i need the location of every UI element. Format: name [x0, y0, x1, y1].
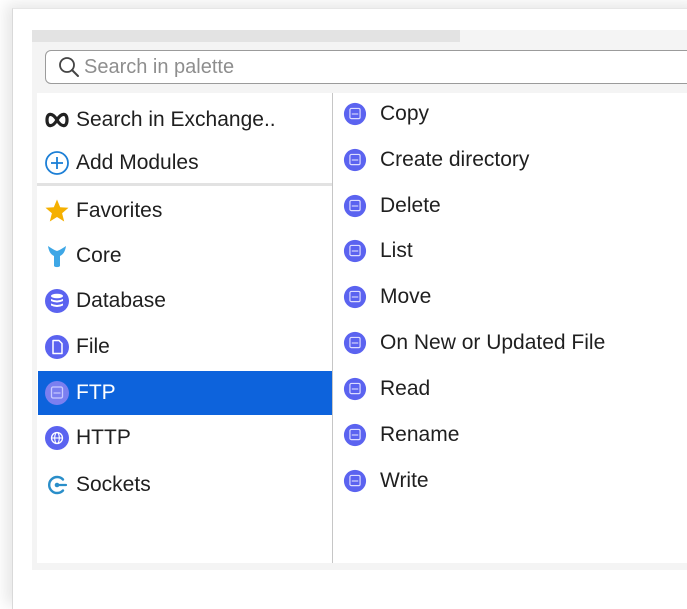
ftp-operation-icon — [343, 285, 367, 309]
add-circle-icon — [45, 151, 69, 175]
operation-label: List — [380, 239, 413, 262]
ftp-operation-icon — [343, 377, 367, 401]
operation-label: Copy — [380, 102, 430, 125]
ftp-operation-icon — [343, 239, 367, 263]
module-favorites[interactable]: Favorites — [44, 191, 324, 231]
operation-copy[interactable]: Copy — [343, 97, 429, 131]
operation-label: Write — [380, 469, 429, 492]
exchange-icon — [45, 112, 69, 128]
operation-label: Rename — [380, 423, 460, 446]
operation-read[interactable]: Read — [343, 372, 430, 406]
ftp-operation-icon — [343, 469, 367, 493]
operation-create-directory[interactable]: Create directory — [343, 143, 529, 177]
module-sockets[interactable]: Sockets — [44, 465, 324, 505]
ftp-operation-icon — [343, 102, 367, 126]
module-label: Database — [76, 289, 166, 312]
globe-icon — [45, 426, 69, 450]
operation-label: Move — [380, 285, 432, 308]
operation-label: On New or Updated File — [380, 331, 606, 354]
module-label: HTTP — [76, 426, 131, 449]
ftp-icon — [45, 381, 69, 405]
star-icon — [45, 199, 69, 222]
module-label: FTP — [76, 381, 116, 404]
mule-icon — [48, 246, 66, 268]
add-modules-label: Add Modules — [76, 151, 199, 174]
palette-top-strip — [32, 30, 460, 42]
module-http[interactable]: HTTP — [44, 418, 324, 458]
operation-label: Delete — [380, 194, 441, 217]
search-in-exchange-label: Search in Exchange.. — [76, 108, 276, 131]
module-database[interactable]: Database — [44, 281, 324, 321]
operation-delete[interactable]: Delete — [343, 189, 441, 223]
search-input[interactable] — [84, 55, 644, 79]
module-file[interactable]: File — [44, 327, 324, 367]
operation-write[interactable]: Write — [343, 464, 429, 498]
ftp-operation-icon — [343, 148, 367, 172]
operation-label: Create directory — [380, 148, 530, 171]
ftp-operation-icon — [343, 423, 367, 447]
search-icon — [59, 57, 79, 77]
sockets-icon — [48, 475, 68, 495]
operation-list[interactable]: List — [343, 234, 413, 268]
module-core[interactable]: Core — [44, 236, 324, 276]
operation-rename[interactable]: Rename — [343, 418, 459, 452]
operation-on-new-or-updated-file[interactable]: On New or Updated File — [343, 326, 605, 360]
module-ftp[interactable]: FTP — [44, 373, 324, 413]
module-label: Sockets — [76, 473, 151, 496]
panel-divider[interactable] — [332, 93, 333, 563]
database-icon — [45, 289, 69, 313]
actions-separator — [37, 183, 332, 186]
add-modules-button[interactable]: Add Modules — [44, 143, 324, 183]
operation-move[interactable]: Move — [343, 280, 431, 314]
module-label: File — [76, 335, 110, 358]
file-icon — [45, 335, 69, 359]
operation-label: Read — [380, 377, 431, 400]
ftp-operation-icon — [343, 194, 367, 218]
module-label: Core — [76, 244, 122, 267]
module-label: Favorites — [76, 199, 163, 222]
ftp-operation-icon — [343, 331, 367, 355]
search-box[interactable] — [45, 50, 687, 84]
search-in-exchange-button[interactable]: Search in Exchange.. — [44, 100, 324, 140]
